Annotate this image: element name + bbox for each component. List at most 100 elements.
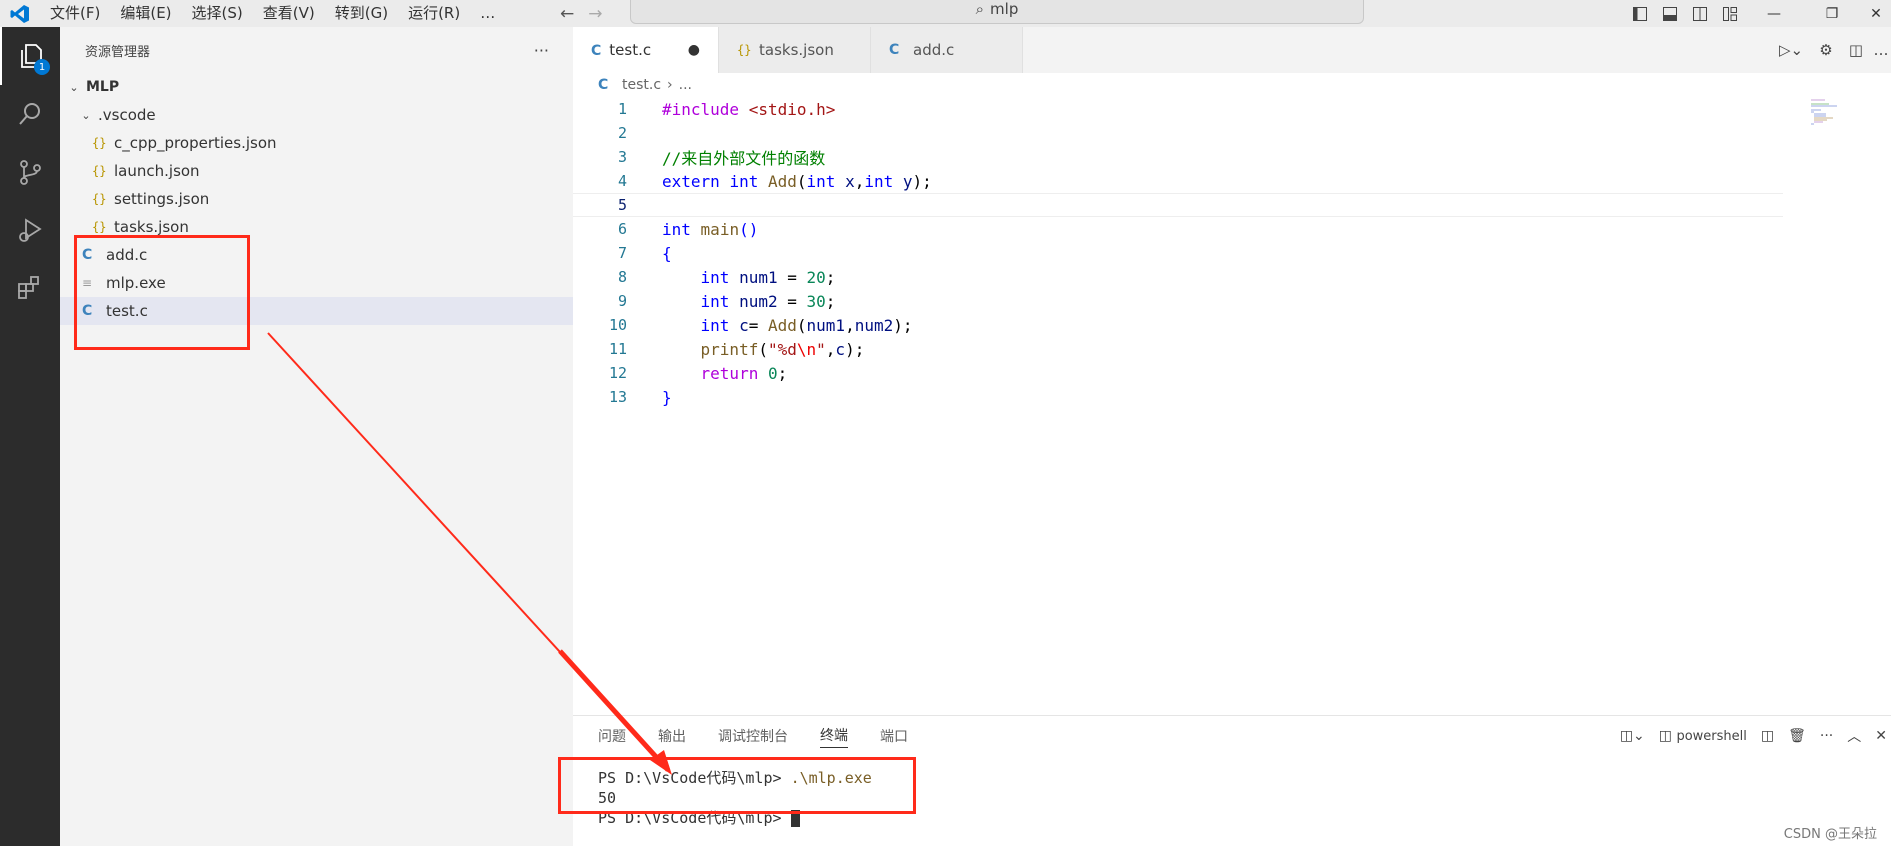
menu-view[interactable]: 查看(V) (253, 0, 325, 27)
code-line: 7{ (617, 243, 672, 263)
explorer-title: 资源管理器 (85, 44, 151, 60)
explorer-header: 资源管理器 ··· (60, 27, 573, 73)
menu-go[interactable]: 转到(G) (325, 0, 398, 27)
more-actions-icon[interactable]: … (1871, 37, 1891, 64)
close-icon[interactable]: ✕ (1861, 0, 1891, 27)
code-line: 13} (608, 387, 672, 407)
split-terminal-icon[interactable]: ◫ (1761, 728, 1774, 744)
code-line: 1 #include <stdio.h> (617, 99, 836, 119)
panel-actions: ◫⌄ ◫ powershell ◫ 🗑 ··· ︿ ✕ (1620, 716, 1891, 756)
shell-label: powershell (1676, 729, 1747, 744)
tab-problems[interactable]: 问题 (598, 726, 626, 746)
tab-ports[interactable]: 端口 (880, 726, 908, 746)
toggle-secondary-sidebar-icon[interactable] (1685, 0, 1715, 27)
back-arrow-icon[interactable]: ← (560, 4, 574, 24)
code-line: 2 (617, 124, 627, 142)
tab-tasks-json[interactable]: {} tasks.json (719, 27, 871, 73)
file-label: settings.json (114, 190, 210, 208)
restore-icon[interactable]: ❐ (1803, 0, 1861, 27)
tab-terminal[interactable]: 终端 (820, 725, 848, 748)
chevron-down-icon: ⌄ (69, 80, 79, 94)
more-actions-icon[interactable]: ··· (534, 41, 549, 60)
forward-arrow-icon[interactable]: → (588, 4, 602, 24)
file-label: c_cpp_properties.json (114, 134, 277, 152)
chevron-up-icon[interactable]: ︿ (1847, 726, 1861, 746)
source-control-icon[interactable] (0, 143, 60, 201)
breadcrumb-file[interactable]: test.c (622, 77, 661, 93)
tree-folder-vscode[interactable]: ⌄ .vscode (60, 101, 573, 129)
tree-file[interactable]: {} settings.json (60, 185, 573, 213)
unsaved-dot-icon[interactable]: ● (688, 42, 700, 58)
editor-tabs: Ctest.c ● {} tasks.json C add.c ▷⌄ ⚙ ◫ … (573, 27, 1891, 73)
command-center-label: mlp (990, 0, 1019, 18)
tab-debug-console[interactable]: 调试控制台 (718, 726, 788, 746)
c-file-icon: C (889, 42, 900, 58)
tree-file[interactable]: {} launch.json (60, 157, 573, 185)
code-line: 11 printf("%d\n",c); (608, 339, 865, 359)
close-panel-icon[interactable]: ✕ (1875, 728, 1887, 744)
split-terminal-dropdown-icon[interactable]: ◫⌄ (1620, 728, 1645, 744)
minimize-icon[interactable]: — (1745, 0, 1803, 27)
customize-layout-icon[interactable] (1715, 0, 1745, 27)
command-center[interactable]: ⌕ mlp (630, 0, 1364, 24)
menu-edit[interactable]: 编辑(E) (110, 0, 181, 27)
terminal-shell-selector[interactable]: ◫ powershell (1659, 728, 1747, 744)
vscode-logo-icon (0, 0, 40, 27)
extensions-icon[interactable] (0, 259, 60, 317)
tab-output[interactable]: 输出 (658, 726, 686, 746)
json-file-icon: {} (92, 192, 107, 206)
run-debug-icon[interactable] (0, 201, 60, 259)
c-file-icon: C (591, 43, 602, 59)
tab-label: test.c (609, 41, 652, 59)
code-line: 9 int num2 = 30; (617, 291, 836, 311)
toggle-panel-icon[interactable] (1655, 0, 1685, 27)
chevron-right-icon: › (667, 77, 673, 93)
watermark: CSDN @王朵拉 (1783, 827, 1877, 842)
gear-icon[interactable]: ⚙ (1811, 37, 1841, 64)
json-file-icon: {} (737, 43, 752, 57)
toggle-sidebar-icon[interactable] (1625, 0, 1655, 27)
highlight-box-terminal (558, 757, 916, 814)
chevron-down-icon: ⌄ (81, 108, 91, 122)
folder-label: .vscode (98, 106, 156, 124)
nav-arrows: ← → (560, 0, 603, 27)
trash-icon[interactable]: 🗑 (1788, 728, 1806, 744)
menu-file[interactable]: 文件(F) (40, 0, 110, 27)
highlight-box-files (74, 235, 250, 350)
code-line: 3//来自外部文件的函数 (617, 148, 826, 168)
menu-more[interactable]: … (470, 0, 505, 27)
root-folder-label: MLP (86, 79, 120, 95)
split-editor-icon[interactable]: ◫ (1841, 37, 1871, 64)
tab-add-c[interactable]: C add.c (871, 27, 1023, 73)
json-file-icon: {} (92, 220, 107, 234)
menu-run[interactable]: 运行(R) (398, 0, 470, 27)
more-actions-icon[interactable]: ··· (1820, 728, 1833, 744)
file-label: tasks.json (114, 218, 189, 236)
breadcrumb-rest[interactable]: ... (679, 77, 692, 93)
code-line: 6 int main() (617, 219, 759, 239)
title-bar: 文件(F) 编辑(E) 选择(S) 查看(V) 转到(G) 运行(R) … ← … (0, 0, 1891, 27)
code-line: 12 return 0; (608, 363, 788, 383)
code-line: 8 int num1 = 20; (617, 267, 836, 287)
breadcrumb: C test.c › ... (573, 73, 1891, 97)
explorer-icon[interactable]: 1 (0, 27, 60, 85)
tree-root-folder[interactable]: ⌄ MLP (60, 73, 573, 101)
file-label: launch.json (114, 162, 200, 180)
tab-test-c[interactable]: Ctest.c ● (573, 27, 719, 73)
title-right-controls: — ❐ ✕ (1625, 0, 1891, 27)
menu-selection[interactable]: 选择(S) (182, 0, 253, 27)
tree-file[interactable]: {} c_cpp_properties.json (60, 129, 573, 157)
code-editor[interactable]: 1 #include <stdio.h> 2 3//来自外部文件的函数 4 exte… (573, 97, 1783, 409)
search-icon: ⌕ (975, 0, 985, 18)
code-line: 10 int c= Add(num1,num2); (608, 315, 913, 335)
json-file-icon: {} (92, 164, 107, 178)
run-file-icon[interactable]: ▷⌄ (1771, 37, 1811, 64)
minimap[interactable] (1811, 99, 1851, 149)
editor-actions: ▷⌄ ⚙ ◫ … (1771, 27, 1891, 73)
search-icon[interactable] (0, 85, 60, 143)
tab-label: add.c (913, 41, 955, 59)
explorer-sidebar: 资源管理器 ··· ⌄ MLP ⌄ .vscode {} c_cpp_prope… (60, 27, 573, 846)
terminal-icon: ◫ (1658, 728, 1673, 744)
json-file-icon: {} (92, 136, 107, 150)
explorer-badge: 1 (34, 59, 50, 75)
